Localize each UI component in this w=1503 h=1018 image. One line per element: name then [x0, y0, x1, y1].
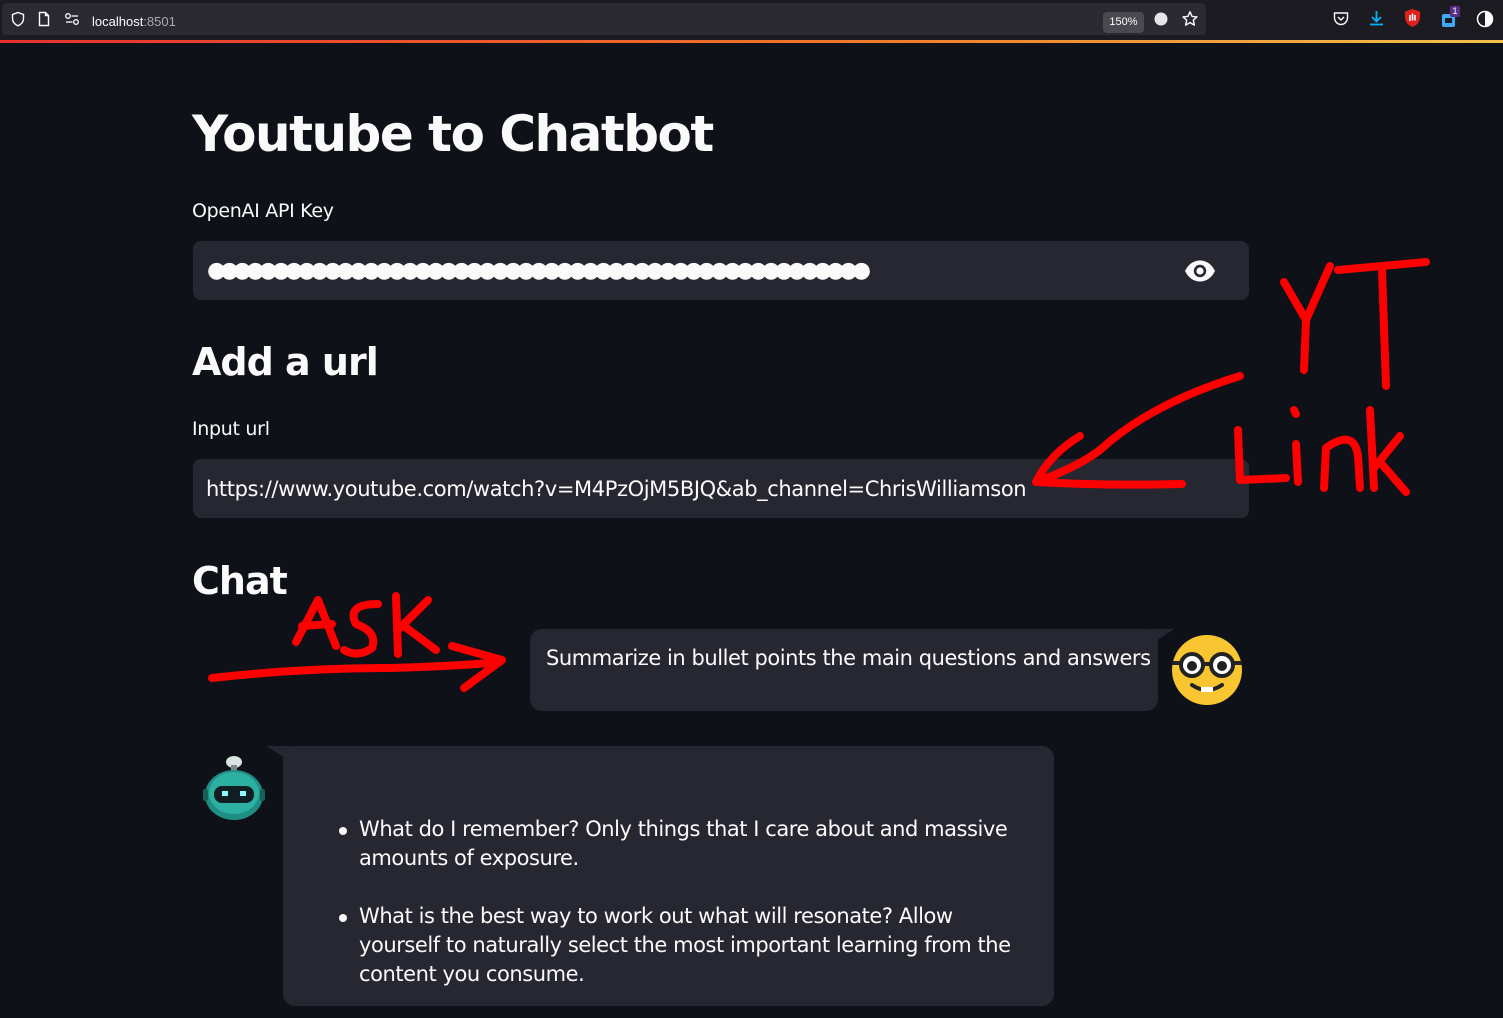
eye-icon: [1185, 260, 1215, 282]
api-key-label: OpenAI API Key: [192, 200, 334, 222]
url-field[interactable]: [193, 459, 1249, 518]
url-port: :8501: [143, 14, 176, 29]
url-input[interactable]: [206, 459, 1166, 518]
download-icon[interactable]: [1368, 9, 1385, 27]
page-title: Youtube to Chatbot: [192, 105, 714, 163]
bot-message-bubble: What do I remember? Only things that I c…: [283, 746, 1054, 1006]
add-url-heading: Add a url: [192, 340, 379, 384]
robot-icon: [203, 756, 265, 820]
address-bar[interactable]: localhost:8501 150%: [2, 3, 1206, 35]
user-message-bubble: Summarize in bullet points the main ques…: [530, 629, 1158, 711]
api-key-masked-value[interactable]: ●●●●●●●●●●●●●●●●●●●●●●●●●●●●●●●●●●●●●●●●…: [207, 261, 967, 281]
api-key-field[interactable]: ●●●●●●●●●●●●●●●●●●●●●●●●●●●●●●●●●●●●●●●●…: [193, 241, 1249, 300]
extension-badge: 1: [1450, 6, 1460, 17]
user-message-text: Summarize in bullet points the main ques…: [546, 646, 1151, 670]
ublock-extension-icon[interactable]: [1403, 8, 1422, 28]
shield-icon[interactable]: [10, 11, 26, 27]
account-avatar-icon[interactable]: [1476, 10, 1494, 28]
page-icon[interactable]: [36, 11, 52, 27]
streamlit-app: Youtube to Chatbot OpenAI API Key ●●●●●●…: [0, 43, 1503, 1006]
zoom-level-badge[interactable]: 150%: [1103, 12, 1144, 33]
input-url-label: Input url: [192, 418, 270, 440]
chat-heading: Chat: [192, 559, 288, 603]
url-text[interactable]: localhost:8501: [92, 14, 176, 29]
connection-icon[interactable]: [64, 12, 80, 26]
bookmark-star-icon[interactable]: [1181, 10, 1199, 28]
show-password-button[interactable]: [1181, 256, 1219, 286]
bot-bullet-list: What do I remember? Only things that I c…: [339, 815, 1029, 1018]
record-icon[interactable]: [1154, 12, 1168, 26]
browser-toolbar: localhost:8501 150% 1: [0, 0, 1503, 40]
pocket-icon[interactable]: [1333, 11, 1349, 26]
url-host: localhost: [92, 14, 144, 29]
list-item: What do I remember? Only things that I c…: [339, 815, 1029, 873]
nerd-face-icon: [1172, 635, 1242, 705]
list-item: What is the best way to work out what wi…: [339, 902, 1029, 989]
